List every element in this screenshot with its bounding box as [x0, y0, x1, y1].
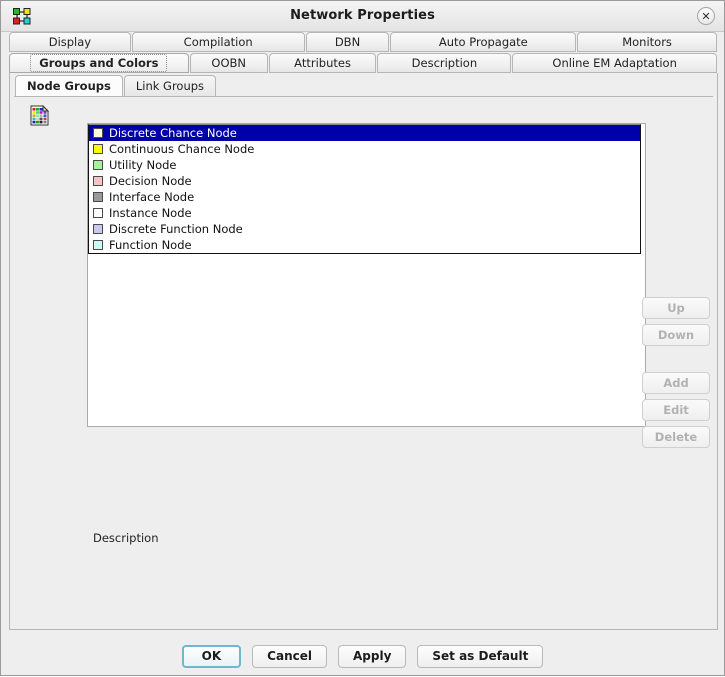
inner-tab-bar: Node Groups Link Groups — [15, 75, 217, 96]
add-button: Add — [642, 372, 710, 394]
list-item[interactable]: Discrete Function Node — [89, 221, 640, 237]
color-swatch-icon — [93, 224, 103, 234]
down-button: Down — [642, 324, 710, 346]
tab-groups-and-colors[interactable]: Groups and Colors — [9, 53, 189, 73]
apply-button[interactable]: Apply — [337, 644, 407, 668]
node-groups-list-panel: Discrete Chance Node Continuous Chance No… — [87, 123, 646, 427]
outer-tab-row-1: Display Compilation DBN Auto Propagate Monit… — [9, 32, 718, 52]
tab-online-em-adaptation[interactable]: Online EM Adaptation — [512, 53, 717, 73]
list-item-label: Interface Node — [109, 190, 195, 204]
tab-attributes[interactable]: Attributes — [268, 53, 377, 73]
list-item[interactable]: Instance Node — [89, 205, 640, 221]
description-label: Description — [93, 531, 159, 545]
outer-tab-row-2: Groups and Colors OOBN Attributes Descripti… — [9, 53, 718, 73]
tab-dbn[interactable]: DBN — [305, 32, 390, 52]
set-as-default-button[interactable]: Set as Default — [417, 644, 544, 668]
outer-tab-rows: Display Compilation DBN Auto Propagate Monit… — [9, 32, 718, 74]
list-item-label: Continuous Chance Node — [109, 142, 255, 156]
window-title: Network Properties — [290, 8, 435, 23]
list-item[interactable]: Discrete Chance Node — [89, 125, 640, 141]
list-item-label: Discrete Function Node — [109, 222, 243, 236]
inner-tab-link-groups[interactable]: Link Groups — [123, 75, 217, 96]
close-icon[interactable]: ✕ — [697, 7, 715, 25]
list-item[interactable]: Interface Node — [89, 189, 640, 205]
list-item-label: Discrete Chance Node — [109, 126, 237, 140]
list-action-buttons: Up Down Add Edit Delete — [642, 297, 714, 453]
edit-button: Edit — [642, 399, 710, 421]
title-bar: Network Properties ✕ — [1, 1, 724, 32]
color-swatch-icon — [93, 176, 103, 186]
tab-auto-propagate[interactable]: Auto Propagate — [390, 32, 577, 52]
list-item[interactable]: Function Node — [89, 237, 640, 253]
list-item-label: Utility Node — [109, 158, 177, 172]
list-item-label: Function Node — [109, 238, 192, 252]
delete-button: Delete — [642, 426, 710, 448]
inner-tab-node-groups[interactable]: Node Groups — [15, 75, 123, 96]
cancel-button[interactable]: Cancel — [252, 644, 327, 668]
color-swatch-icon — [93, 144, 103, 154]
tab-label: Groups and Colors — [30, 54, 168, 72]
dialog-button-bar: OK Cancel Apply Set as Default — [1, 635, 724, 677]
color-swatch-icon — [93, 160, 103, 170]
color-swatch-icon — [93, 240, 103, 250]
node-groups-listbox[interactable]: Discrete Chance Node Continuous Chance No… — [88, 124, 641, 254]
color-swatch-icon — [93, 208, 103, 218]
node-groups-panel: Discrete Chance Node Continuous Chance No… — [14, 96, 713, 625]
tab-oobn[interactable]: OOBN — [189, 53, 268, 73]
ok-button[interactable]: OK — [181, 644, 242, 668]
list-item-label: Decision Node — [109, 174, 192, 188]
color-palette-icon[interactable] — [30, 104, 50, 126]
tab-monitors[interactable]: Monitors — [577, 32, 717, 52]
list-item-label: Instance Node — [109, 206, 192, 220]
list-item[interactable]: Utility Node — [89, 157, 640, 173]
tab-compilation[interactable]: Compilation — [131, 32, 305, 52]
content-panel: Node Groups Link Groups Discrete Chance … — [9, 73, 718, 630]
list-item[interactable]: Decision Node — [89, 173, 640, 189]
up-button: Up — [642, 297, 710, 319]
network-properties-window: Network Properties ✕ Display Compilation D… — [0, 0, 725, 676]
tab-description[interactable]: Description — [377, 53, 512, 73]
list-item[interactable]: Continuous Chance Node — [89, 141, 640, 157]
tab-display[interactable]: Display — [9, 32, 131, 52]
color-swatch-icon — [93, 128, 103, 138]
color-swatch-icon — [93, 192, 103, 202]
